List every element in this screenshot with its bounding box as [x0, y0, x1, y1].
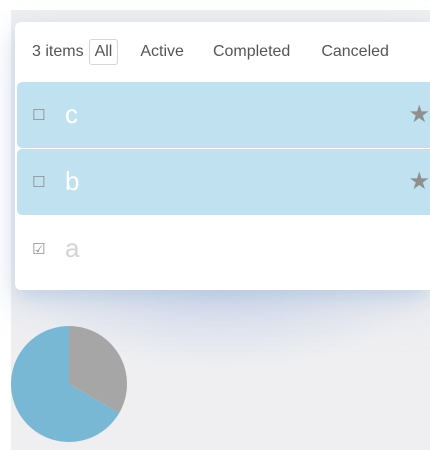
todo-label: c [65, 98, 78, 129]
todo-card: 3 items All Active Completed Canceled ☐ … [15, 22, 430, 290]
checkbox-icon[interactable]: ☐ [32, 173, 45, 191]
filter-completed-button[interactable]: Completed [207, 39, 296, 65]
checked-checkbox-icon[interactable]: ☑ [32, 240, 45, 258]
todo-list: ☐ c ★ ☐ b ★ ☑ a [15, 82, 430, 283]
filter-all-button[interactable]: All [88, 39, 119, 65]
filter-canceled-button[interactable]: Canceled [315, 39, 395, 65]
todo-row[interactable]: ☐ b ★ [17, 149, 430, 215]
todo-label: a [65, 232, 80, 263]
item-count: 3 items [32, 43, 84, 60]
todo-label: b [65, 165, 80, 196]
status-pie-chart [11, 326, 127, 442]
app-stage: 3 items All Active Completed Canceled ☐ … [11, 10, 430, 450]
filter-bar: 3 items All Active Completed Canceled [15, 22, 430, 82]
star-icon[interactable]: ★ [408, 100, 430, 129]
checkbox-icon[interactable]: ☐ [32, 106, 45, 124]
todo-row[interactable]: ☑ a [17, 216, 430, 282]
filter-active-button[interactable]: Active [134, 39, 190, 65]
star-icon[interactable]: ★ [408, 167, 430, 196]
todo-row[interactable]: ☐ c ★ [17, 82, 430, 148]
